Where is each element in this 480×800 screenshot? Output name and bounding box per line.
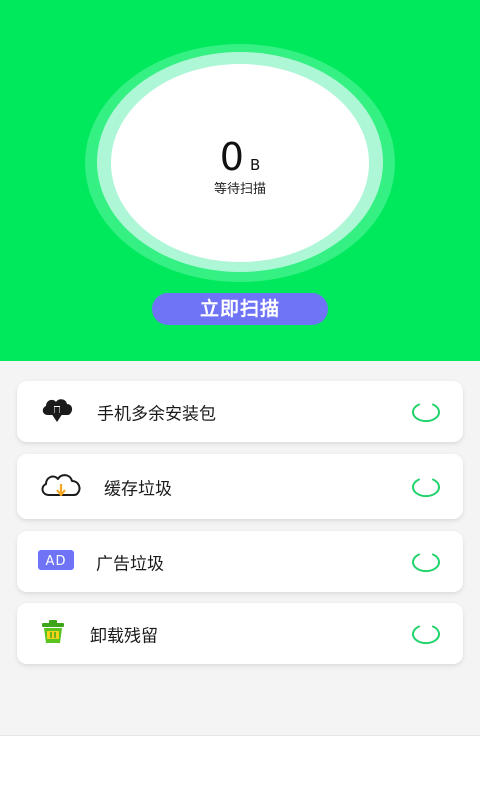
item-label: 卸载残留 xyxy=(90,626,158,646)
list-item-redundant-packages[interactable]: 手机多余安装包 xyxy=(17,381,463,442)
list-item-uninstall-residue[interactable]: 卸载残留 xyxy=(17,603,463,664)
loading-spinner-icon xyxy=(411,623,441,645)
scan-status-text: 等待扫描 xyxy=(213,182,266,197)
item-label: 广告垃圾 xyxy=(96,554,164,574)
list-item-ad-junk[interactable]: AD 广告垃圾 xyxy=(17,531,463,592)
junk-size-unit: B xyxy=(249,156,261,174)
ad-icon: AD xyxy=(38,549,74,574)
junk-size-value: 0 xyxy=(219,135,244,179)
ad-icon-text: AD xyxy=(46,554,67,569)
item-label: 手机多余安装包 xyxy=(97,404,216,424)
junk-size-display: 0B xyxy=(0,135,480,179)
loading-spinner-icon xyxy=(411,551,441,573)
scan-header: 0B 等待扫描 立即扫描 xyxy=(0,0,480,361)
loading-spinner-icon xyxy=(411,401,441,423)
list-item-cache-junk[interactable]: 缓存垃圾 xyxy=(17,454,463,519)
package-download-icon xyxy=(39,395,75,429)
bottom-blank-area xyxy=(0,735,480,800)
app-screen: 0B 等待扫描 立即扫描 手机多余安装包 缓存垃圾 AD 广告垃圾 卸载残留 xyxy=(0,0,480,800)
scan-now-button[interactable]: 立即扫描 xyxy=(152,293,328,325)
item-label: 缓存垃圾 xyxy=(104,479,172,499)
cloud-download-icon xyxy=(39,470,83,504)
loading-spinner-icon xyxy=(411,476,441,498)
trash-bin-icon xyxy=(39,619,67,648)
